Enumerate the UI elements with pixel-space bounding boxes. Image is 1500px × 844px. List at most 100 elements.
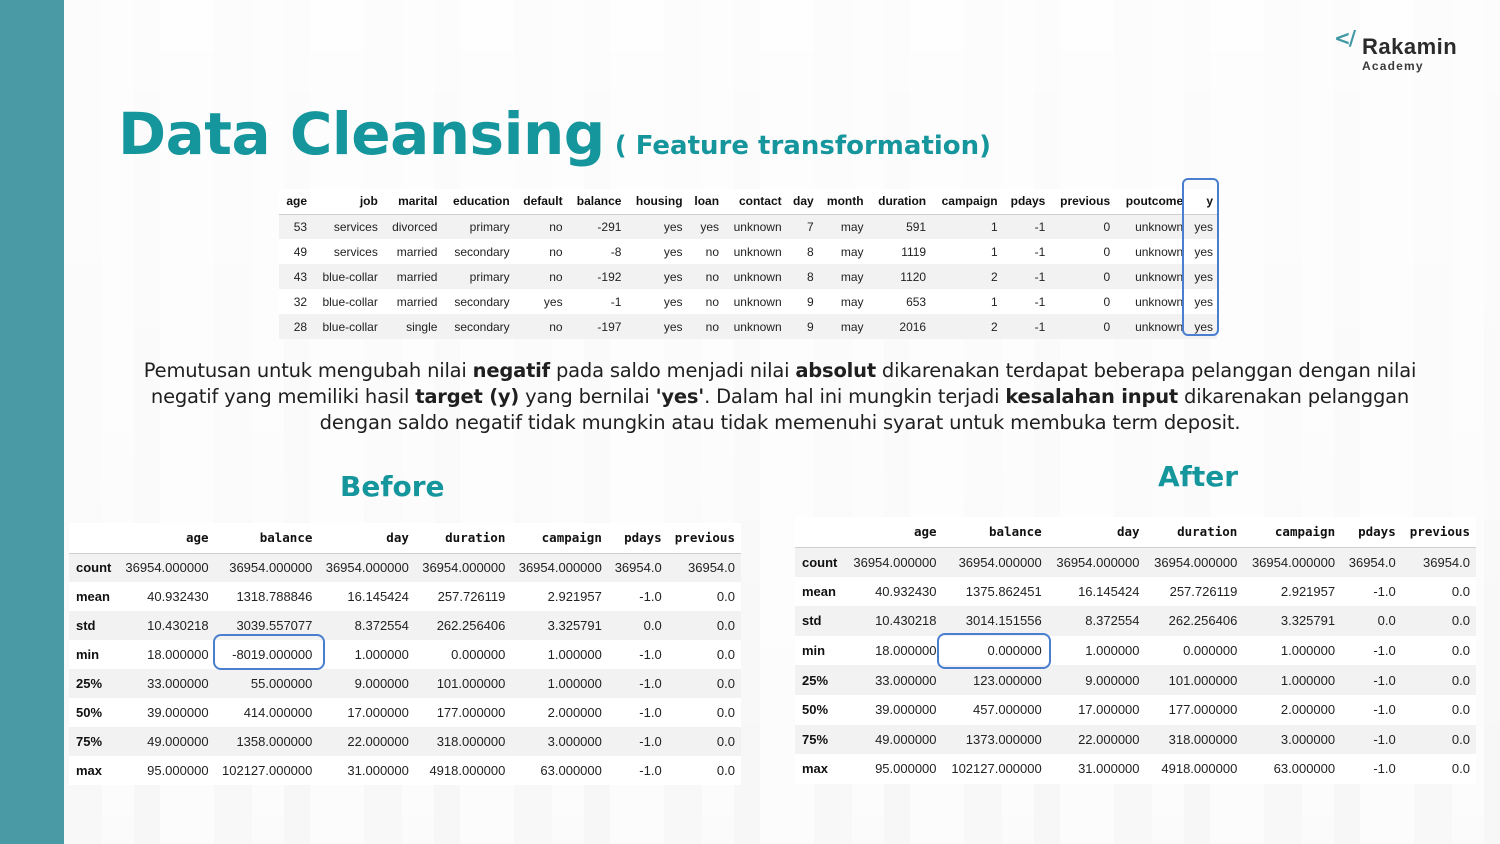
table-cell: 36954.000000	[125, 560, 209, 576]
table-cell: 36954.000000	[853, 554, 937, 570]
table-row: std 10.430218 3014.151556 8.372554 262.25640…	[795, 606, 1476, 636]
table-cell: unknown	[733, 269, 782, 284]
table-cell: 0.0	[716, 734, 735, 749]
column-header: housing	[625, 189, 687, 215]
table-header-row: age balance day duration campaign pdays previo…	[795, 517, 1476, 548]
table-cell: 8	[807, 269, 814, 284]
table-row: min 18.000000 -8019.000000 1.000000 0.000000…	[69, 640, 741, 669]
table-cell: 2	[990, 319, 998, 334]
table-cell: unknown	[1135, 219, 1184, 234]
table-cell: 55.000000	[250, 676, 313, 691]
table-cell: primary	[469, 219, 510, 234]
table-cell: 2.921957	[1280, 583, 1336, 599]
table-cell: 40.932430	[147, 589, 209, 604]
row-header: count	[76, 560, 112, 576]
table-cell: 36954.000000	[958, 554, 1042, 570]
table-row: 50% 39.000000 457.000000 17.000000 177.00000…	[795, 695, 1476, 725]
table-cell: 0	[1103, 219, 1111, 234]
table-cell: 4918.000000	[1161, 761, 1238, 777]
row-header: 50%	[76, 705, 103, 720]
table-cell: yes	[1194, 269, 1213, 284]
column-header: poutcome	[1114, 189, 1188, 215]
table-cell: 1.000000	[1280, 643, 1336, 659]
table-cell: may	[840, 244, 864, 259]
row-header: min	[802, 643, 826, 659]
column-header: day	[318, 523, 415, 554]
table-cell: 16.145424	[347, 589, 409, 604]
table-cell: 63.000000	[540, 763, 602, 778]
table-cell: 2	[990, 269, 998, 284]
table-cell: 318.000000	[436, 734, 506, 749]
table-cell: -1.0	[639, 705, 662, 720]
table-cell: blue-collar	[322, 269, 378, 284]
before-stats-table: age balance day duration campaign pdays previo…	[69, 523, 741, 785]
column-header: duration	[414, 523, 512, 554]
row-header: mean	[76, 589, 110, 604]
column-header: loan	[686, 189, 724, 215]
table-cell: 49	[293, 244, 308, 259]
table-row: 32 blue-collar married secondary yes -1 yes no u…	[279, 289, 1217, 314]
table-cell: 0.0	[716, 589, 735, 604]
table-cell: no	[705, 269, 720, 284]
table-row: 50% 39.000000 414.000000 17.000000 177.00000…	[69, 698, 741, 727]
column-header: duration	[1145, 517, 1244, 548]
row-header: min	[76, 647, 100, 662]
table-cell: may	[840, 269, 864, 284]
table-cell: married	[396, 244, 438, 259]
table-cell: unknown	[733, 294, 782, 309]
table-cell: secondary	[454, 244, 510, 259]
column-header: previous	[1401, 517, 1476, 548]
table-cell: 0	[1103, 244, 1111, 259]
table-cell: -1	[610, 294, 622, 309]
table-cell: 3.325791	[547, 618, 602, 633]
table-cell: 0.000000	[451, 647, 506, 662]
table-cell: no	[549, 244, 563, 259]
table-cell: no	[705, 294, 720, 309]
table-cell: 123.000000	[973, 672, 1042, 688]
table-cell: 33.000000	[875, 672, 937, 688]
row-header: std	[76, 618, 96, 633]
table-cell: blue-collar	[322, 294, 378, 309]
table-cell: 1318.788846	[236, 589, 313, 604]
column-header: previous	[667, 523, 741, 554]
table-cell: -1	[1034, 319, 1046, 334]
table-cell: 33.000000	[147, 676, 209, 691]
table-cell: 8	[807, 244, 814, 259]
table-cell: 36954.0	[614, 560, 662, 576]
table-cell: 9.000000	[354, 676, 409, 691]
table-cell: -1.0	[1373, 583, 1396, 599]
table-cell: 36954.000000	[422, 560, 506, 576]
table-cell: unknown	[1135, 269, 1184, 284]
row-header: max	[76, 763, 103, 778]
table-cell: 0.000000	[1183, 643, 1238, 659]
table-cell: 36954.000000	[325, 560, 409, 576]
desc-bold: kesalahan input	[1005, 385, 1179, 408]
row-header: 25%	[802, 672, 829, 688]
column-header: month	[817, 189, 868, 215]
table-row: max 95.000000 102127.000000 31.000000 4918.0…	[795, 754, 1476, 784]
table-cell: 40.932430	[875, 583, 937, 599]
description-text: Pemutusan untuk mengubah nilai negatif p…	[140, 358, 1420, 436]
table-row: std 10.430218 3039.557077 8.372554 262.25640…	[69, 611, 741, 640]
table-cell: 2016	[899, 319, 927, 334]
row-header: count	[802, 554, 838, 570]
column-header: day	[785, 189, 818, 215]
column-header: age	[118, 523, 215, 554]
desc-bold: absolut	[795, 359, 876, 382]
table-cell: -8	[610, 244, 622, 259]
table-cell: yes	[700, 219, 720, 234]
table-cell: -1.0	[1373, 731, 1396, 747]
table-cell: 1	[990, 219, 998, 234]
table-cell: 1.000000	[547, 676, 602, 691]
column-header: duration	[867, 189, 931, 215]
table-cell: 36954.000000	[518, 560, 602, 576]
table-cell: 414.000000	[243, 705, 313, 720]
table-cell: 177.000000	[1168, 702, 1238, 718]
column-header: y	[1187, 189, 1217, 215]
table-cell: secondary	[454, 319, 510, 334]
table-cell: 0.0	[1451, 702, 1470, 718]
table-cell: 1.000000	[1280, 672, 1336, 688]
table-cell: 262.256406	[436, 618, 506, 633]
table-cell: married	[396, 294, 438, 309]
table-cell: 8.372554	[354, 618, 409, 633]
